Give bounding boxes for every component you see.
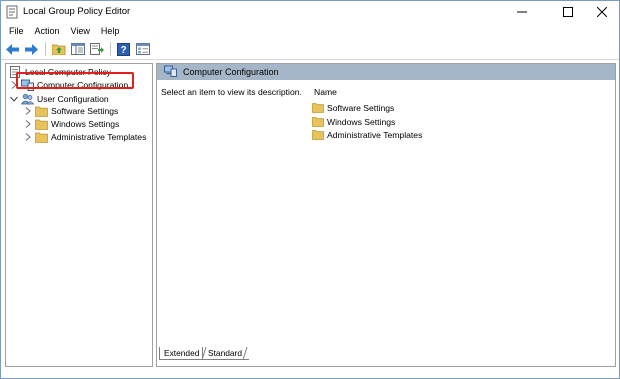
up-folder-button[interactable]: [50, 41, 67, 58]
details-header-title: Computer Configuration: [183, 67, 279, 77]
list-item-label: Software Settings: [327, 102, 395, 113]
folder-icon: [35, 118, 48, 130]
window-title: Local Group Policy Editor: [23, 6, 131, 17]
details-pane: Computer Configuration Select an item to…: [156, 63, 616, 367]
details-header: Computer Configuration: [157, 64, 615, 80]
list-item-administrative-templates[interactable]: Administrative Templates: [312, 128, 422, 141]
folder-icon: [312, 102, 324, 113]
tree-item-administrative-templates[interactable]: Administrative Templates: [23, 130, 146, 144]
show-hide-tree-button[interactable]: [69, 41, 86, 58]
maximize-button[interactable]: [549, 1, 587, 23]
toolbar-separator: [110, 42, 111, 56]
tab-divider: [243, 347, 248, 361]
policy-editor-icon: [6, 5, 19, 19]
list-item-label: Windows Settings: [327, 116, 396, 127]
tree-item-label: User Configuration: [37, 94, 109, 104]
forward-button[interactable]: [23, 41, 40, 58]
app-window: Local Group Policy Editor File Action Vi…: [0, 0, 620, 379]
menu-view[interactable]: View: [67, 23, 94, 39]
status-bar: [1, 369, 619, 379]
view-tabs: Extended Standard: [157, 347, 357, 361]
list-item-software-settings[interactable]: Software Settings: [312, 101, 394, 114]
back-icon: [6, 43, 19, 55]
properties-button[interactable]: [134, 41, 151, 58]
tree-item-label: Windows Settings: [51, 119, 120, 129]
close-icon: [597, 7, 607, 17]
export-list-icon: [89, 43, 104, 55]
menu-file[interactable]: File: [5, 23, 28, 39]
toolbar: ?: [1, 39, 619, 59]
tree-item-software-settings[interactable]: Software Settings: [23, 104, 118, 118]
description-text: Select an item to view its description.: [161, 87, 302, 97]
show-hide-tree-icon: [70, 43, 85, 55]
tree-item-windows-settings[interactable]: Windows Settings: [23, 117, 119, 131]
chevron-right-icon[interactable]: [23, 107, 32, 116]
help-button[interactable]: ?: [115, 41, 132, 58]
minimize-button[interactable]: [503, 1, 541, 23]
properties-icon: [135, 43, 150, 55]
close-button[interactable]: [583, 1, 620, 23]
svg-text:?: ?: [120, 45, 126, 56]
chevron-down-icon[interactable]: [9, 95, 18, 104]
menu-action[interactable]: Action: [31, 23, 64, 39]
tree-pane[interactable]: Local Computer Policy Computer Configura…: [5, 63, 153, 367]
forward-icon: [25, 43, 38, 55]
up-folder-icon: [51, 44, 65, 55]
toolbar-divider: [1, 59, 619, 60]
menu-help[interactable]: Help: [97, 23, 124, 39]
computer-icon: [164, 65, 177, 79]
column-header-name[interactable]: Name: [314, 87, 337, 97]
maximize-icon: [563, 7, 573, 17]
help-icon: ?: [117, 42, 130, 56]
folder-icon: [35, 105, 48, 117]
export-list-button[interactable]: [88, 41, 105, 58]
tree-item-label: Software Settings: [51, 106, 119, 116]
tab-extended[interactable]: Extended: [159, 347, 203, 360]
tree-item-label: Administrative Templates: [51, 132, 147, 142]
folder-icon: [312, 116, 324, 127]
chevron-right-icon[interactable]: [23, 120, 32, 129]
selection-highlight: [16, 72, 134, 89]
chevron-right-icon[interactable]: [23, 133, 32, 142]
list-item-label: Administrative Templates: [327, 129, 423, 140]
list-item-windows-settings[interactable]: Windows Settings: [312, 115, 395, 128]
title-bar[interactable]: Local Group Policy Editor: [1, 1, 619, 23]
minimize-icon: [517, 11, 527, 13]
menu-bar: File Action View Help: [1, 23, 619, 39]
toolbar-separator: [45, 42, 46, 56]
folder-icon: [312, 129, 324, 140]
folder-icon: [35, 131, 48, 143]
back-button[interactable]: [4, 41, 21, 58]
